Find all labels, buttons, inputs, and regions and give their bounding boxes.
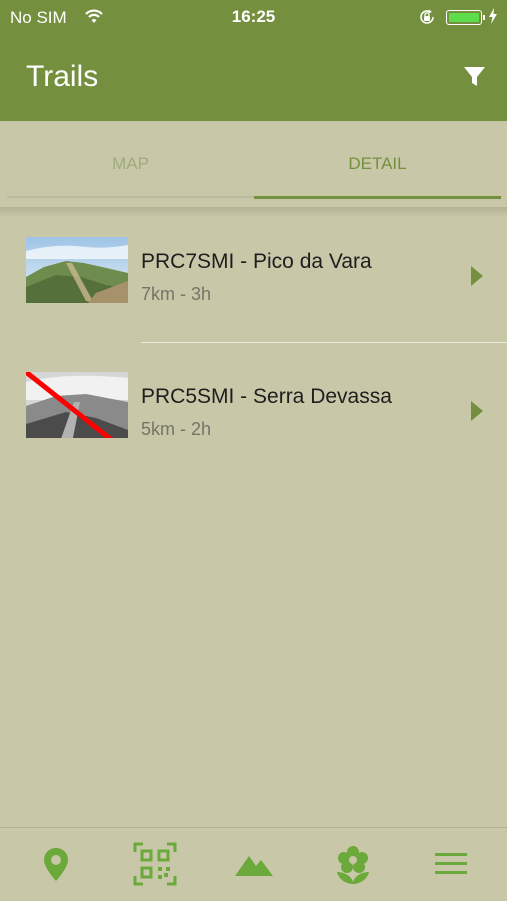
trail-name: PRC5SMI - Serra Devassa [141,385,392,408]
map-pin-icon[interactable] [34,842,78,886]
tab-bar: MAP DETAIL [0,121,507,207]
battery-icon [446,10,482,25]
menu-icon[interactable] [429,842,473,886]
page-title: Trails [26,60,99,93]
chevron-right-icon [470,400,484,422]
battery-tip [483,15,485,20]
app-header: Trails [0,34,507,121]
orientation-lock-icon [418,8,436,31]
tab-detail[interactable]: DETAIL [254,121,501,207]
trail-meta: 7km - 3h [141,284,212,304]
trail-thumbnail-disabled [26,372,128,438]
tab-selected-indicator [254,196,501,199]
charging-bolt-icon [488,8,498,29]
tab-map[interactable]: MAP [7,121,254,207]
trail-list-item[interactable]: PRC7SMI - Pico da Vara 7km - 3h [0,208,507,328]
trail-name: PRC7SMI - Pico da Vara [141,250,372,273]
trail-meta: 5km - 2h [141,419,212,439]
mountain-icon[interactable] [232,842,276,886]
status-bar: No SIM 16:25 [0,0,507,34]
trail-list-item[interactable]: PRC5SMI - Serra Devassa 5km - 2h [0,343,507,463]
flower-icon[interactable] [331,842,375,886]
chevron-right-icon [470,265,484,287]
trail-thumbnail [26,237,128,303]
bottom-nav [0,827,507,901]
filter-icon[interactable] [462,64,487,89]
battery-level [449,13,479,22]
qr-code-icon[interactable] [133,842,177,886]
tab-track [7,196,254,198]
